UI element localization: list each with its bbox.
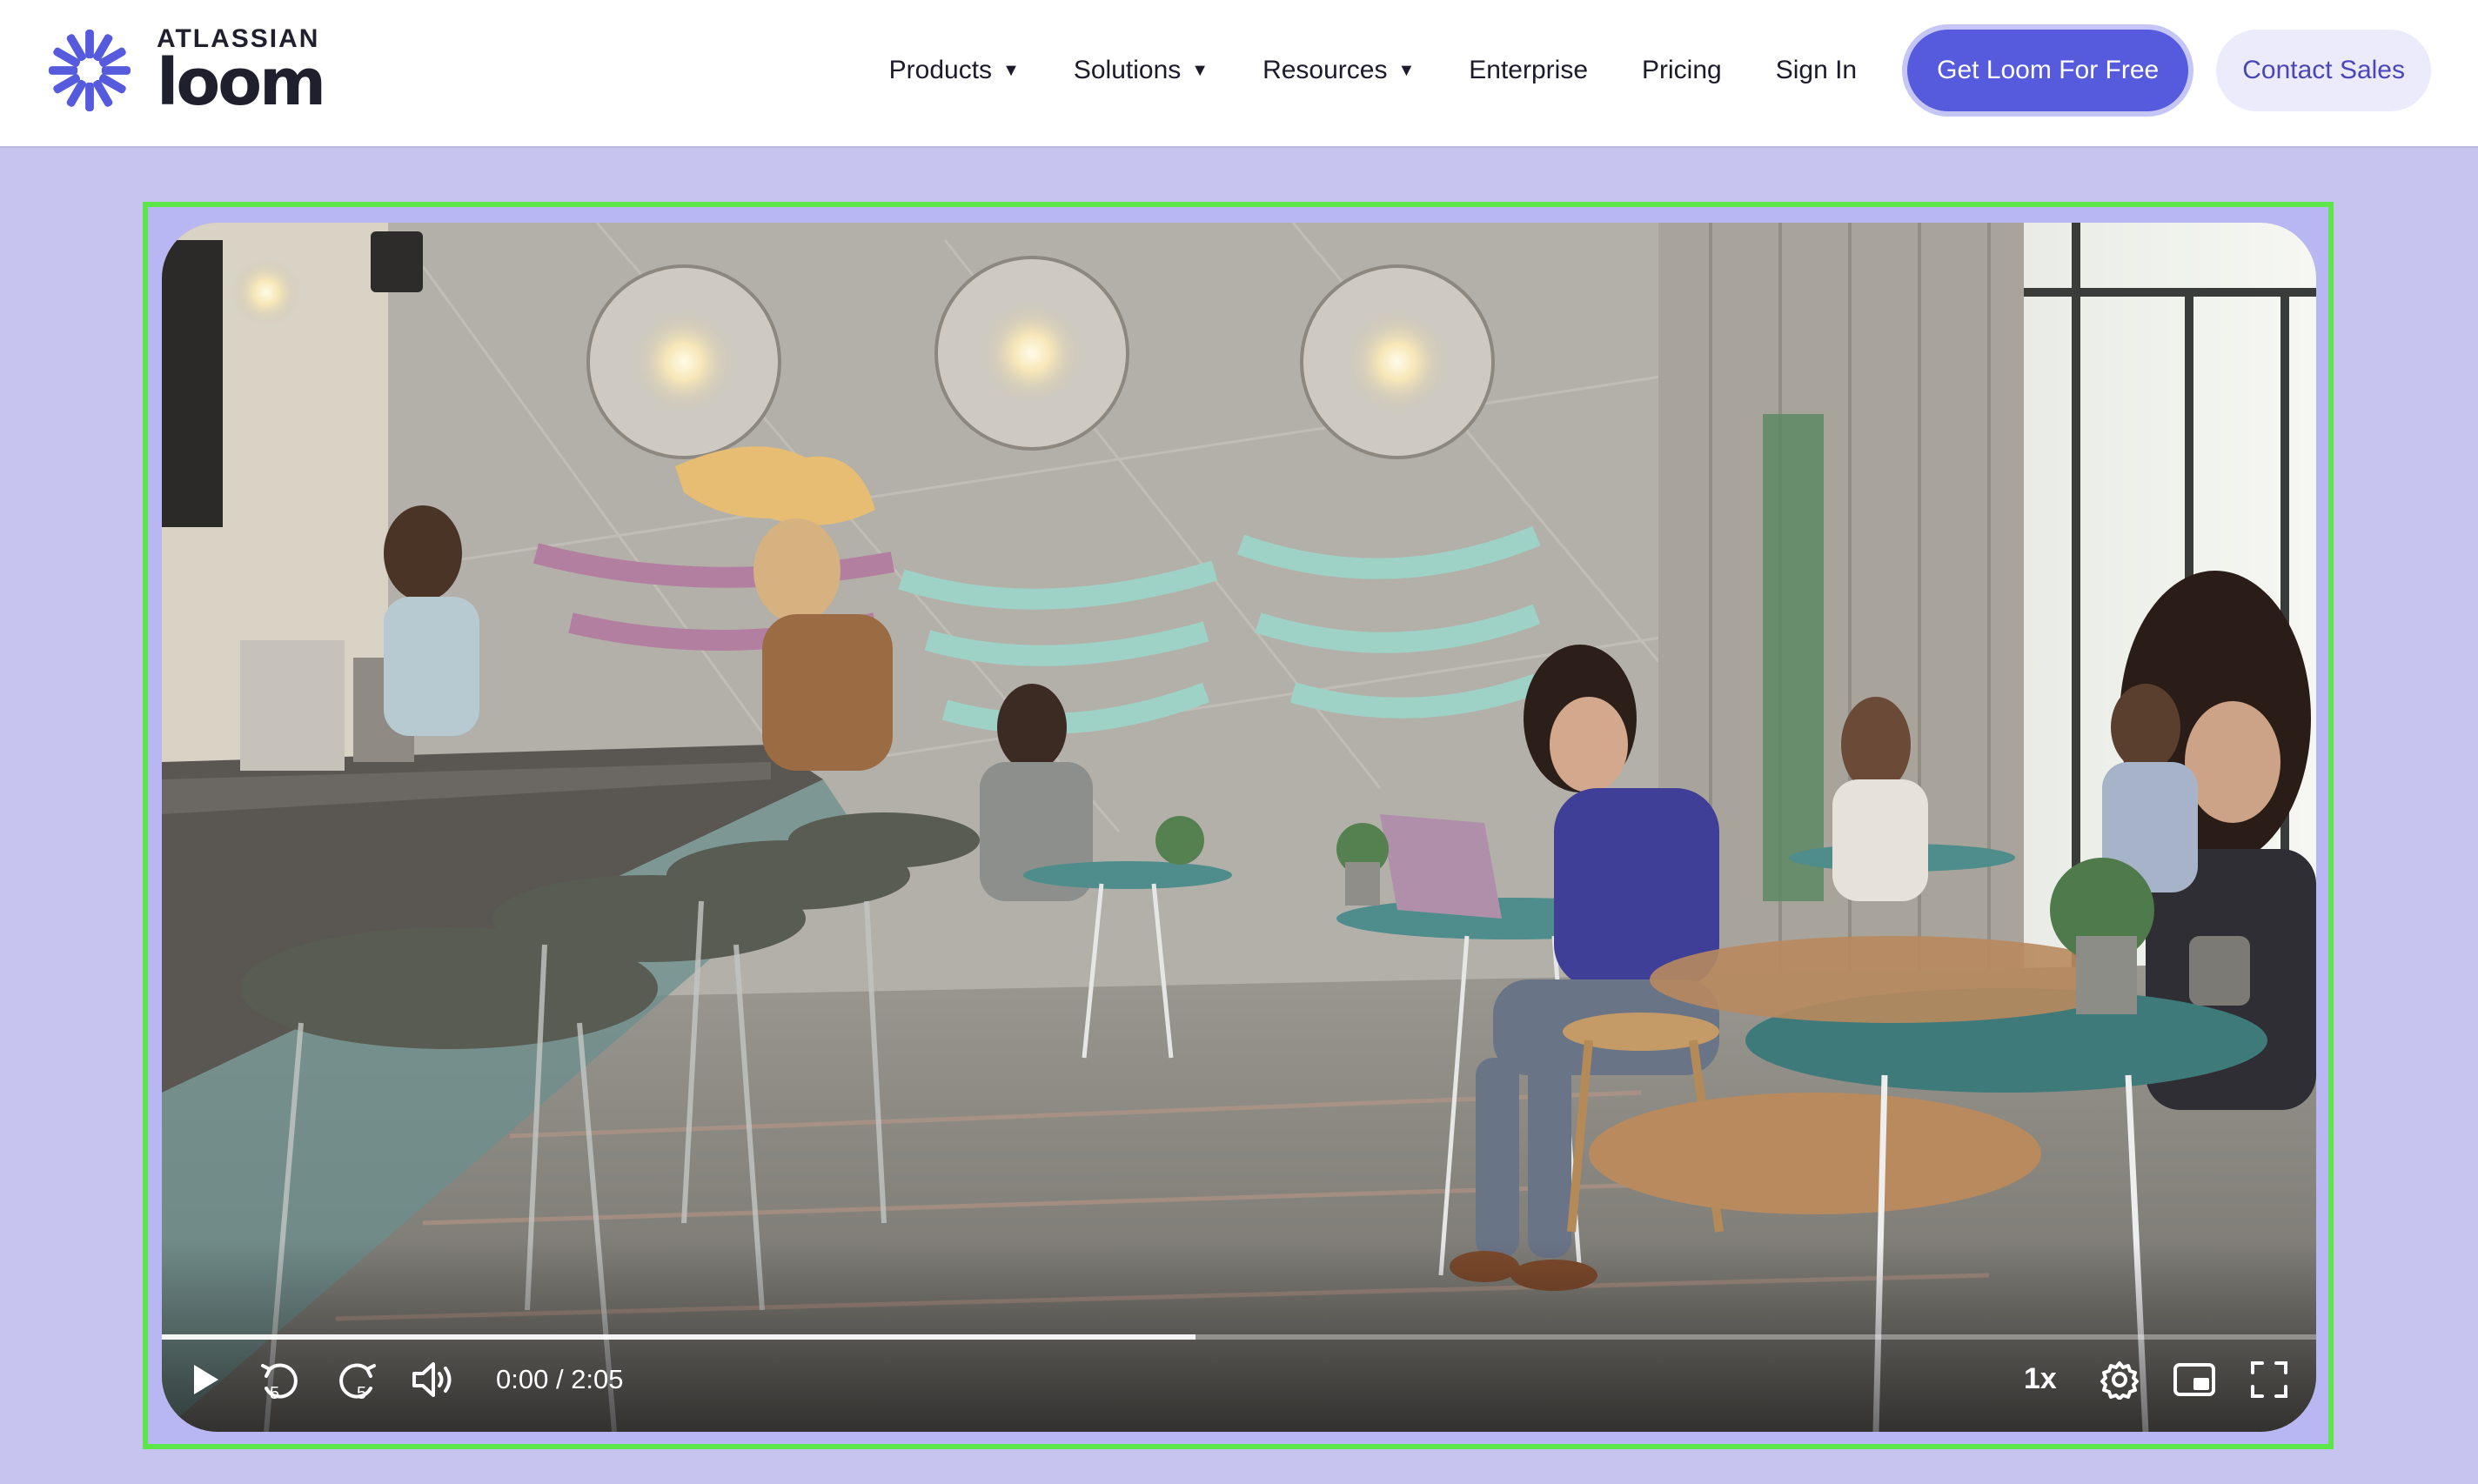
playback-time: 0:00 / 2:05 — [496, 1364, 624, 1395]
play-button[interactable] — [179, 1354, 231, 1406]
picture-in-picture-button[interactable] — [2168, 1354, 2220, 1406]
nav-resources[interactable]: Resources ▼ — [1262, 56, 1415, 85]
forward-5-button[interactable]: 5 — [331, 1354, 383, 1406]
caret-down-icon: ▼ — [1191, 60, 1209, 80]
picture-in-picture-icon — [2173, 1363, 2215, 1396]
forward-5-icon: 5 — [339, 1363, 376, 1402]
nav-enterprise[interactable]: Enterprise — [1469, 56, 1588, 85]
caret-down-icon: ▼ — [1397, 60, 1416, 80]
fullscreen-icon — [2251, 1361, 2287, 1398]
loom-logo[interactable]: ATLASSIAN loom — [47, 26, 326, 120]
nav-pricing[interactable]: Pricing — [1642, 56, 1722, 85]
rewind-5-icon: 5 — [261, 1363, 298, 1402]
site-header: ATLASSIAN loom Products ▼ Solutions ▼ Re… — [0, 0, 2478, 146]
player-controls: 5 5 0:00 / 2:05 1x — [162, 1354, 2316, 1432]
nav-solutions[interactable]: Solutions ▼ — [1074, 56, 1209, 85]
get-loom-free-button[interactable]: Get Loom For Free — [1907, 30, 2189, 111]
contact-sales-button[interactable]: Contact Sales — [2216, 30, 2431, 111]
rewind-5-button[interactable]: 5 — [254, 1354, 306, 1406]
playback-speed-button[interactable]: 1x — [2024, 1362, 2057, 1396]
nav-resources-label: Resources — [1262, 56, 1388, 84]
nav-sign-in[interactable]: Sign In — [1776, 56, 1857, 85]
caret-down-icon: ▼ — [1002, 60, 1020, 80]
rewind-seconds: 5 — [270, 1384, 279, 1402]
video-player[interactable]: 5 5 0:00 / 2:05 1x — [162, 223, 2316, 1432]
main-nav: Products ▼ Solutions ▼ Resources ▼ Enter… — [889, 30, 2431, 111]
settings-icon — [2100, 1361, 2139, 1400]
progress-fill — [162, 1334, 1196, 1340]
play-icon — [194, 1365, 218, 1394]
logo-wordmark: ATLASSIAN loom — [157, 26, 326, 120]
loom-starburst-icon — [48, 29, 131, 112]
nav-products-label: Products — [888, 56, 993, 84]
current-time: 0:00 — [496, 1364, 549, 1394]
nav-solutions-label: Solutions — [1073, 56, 1182, 84]
progress-bar[interactable] — [162, 1334, 2316, 1340]
duration: 2:05 — [571, 1364, 624, 1394]
forward-seconds: 5 — [357, 1384, 366, 1402]
nav-products[interactable]: Products ▼ — [889, 56, 1020, 85]
settings-button[interactable] — [2093, 1354, 2146, 1406]
volume-icon — [412, 1362, 452, 1397]
fullscreen-button[interactable] — [2243, 1354, 2295, 1406]
time-separator: / — [548, 1364, 572, 1394]
volume-button[interactable] — [407, 1354, 459, 1406]
logo-product: loom — [157, 45, 326, 120]
